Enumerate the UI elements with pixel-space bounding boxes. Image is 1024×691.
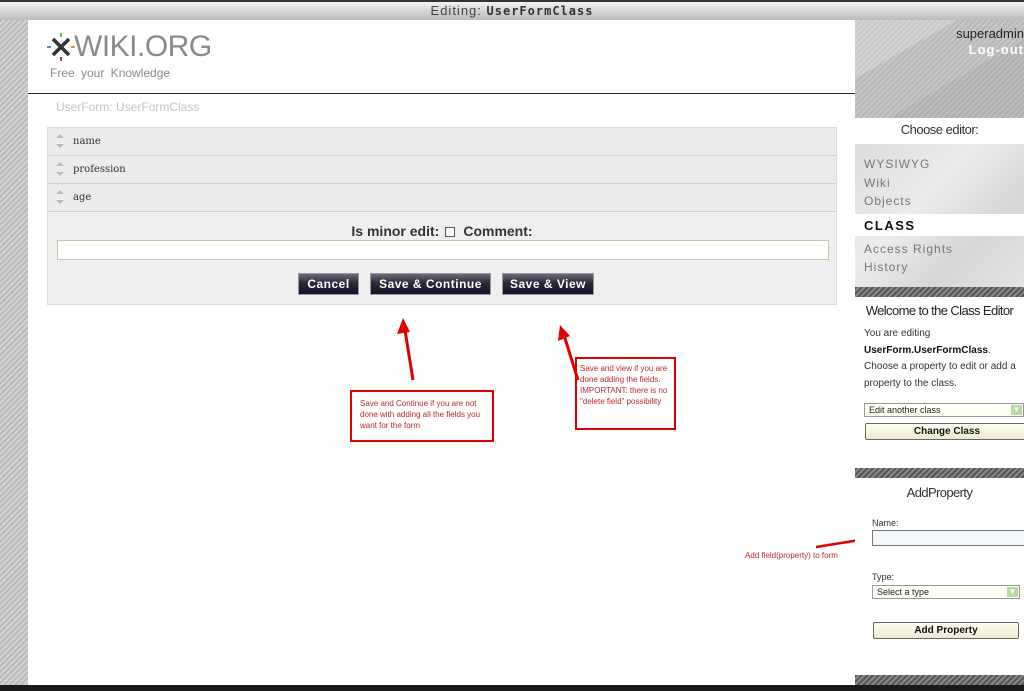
breadcrumb[interactable]: UserForm: UserFormClass — [56, 100, 199, 114]
editor-class-active[interactable]: CLASS — [855, 214, 1024, 236]
editor-class-label: CLASS — [864, 218, 916, 233]
property-type-select[interactable]: Select a type ▼ — [872, 585, 1020, 599]
section-divider — [855, 468, 1024, 478]
editor-access-rights[interactable]: Access Rights — [864, 242, 953, 256]
logout-link[interactable]: Log-out — [969, 42, 1024, 57]
save-continue-annotation: Save and Continue if you are not done wi… — [350, 390, 494, 442]
main-page: WIKI.ORG Free your Knowledge UserForm: U… — [28, 20, 855, 685]
logo-text: WIKI.ORG — [74, 30, 212, 63]
minor-edit-checkbox[interactable] — [445, 227, 456, 237]
change-class-button[interactable]: Change Class — [865, 423, 1024, 440]
arrow-up-icon[interactable] — [56, 134, 64, 138]
comment-label: Comment: — [463, 223, 533, 239]
editor-objects[interactable]: Objects — [864, 194, 912, 208]
editor-wysiwyg[interactable]: WYSIWYG — [864, 157, 930, 171]
section-divider — [855, 675, 1024, 685]
user-name-link[interactable]: superadmin — [956, 26, 1024, 41]
window-title-prefix: Editing: — [430, 3, 482, 18]
class-properties-editor: name profession age Is minor edit: Commen… — [47, 127, 837, 305]
arrow-down-icon[interactable] — [56, 200, 64, 204]
reorder-handle[interactable] — [55, 133, 65, 151]
arrow-up-icon[interactable] — [56, 162, 64, 166]
reorder-handle[interactable] — [55, 161, 65, 179]
comment-input[interactable] — [57, 240, 829, 260]
property-name: age — [73, 192, 92, 203]
window-title-bar: Editing: UserFormClass — [0, 0, 1024, 20]
add-property-title: AddProperty — [906, 485, 973, 500]
logo-tagline: Free your Knowledge — [50, 66, 171, 80]
class-select[interactable]: Edit another class ▼ — [864, 403, 1024, 417]
property-row[interactable]: profession — [48, 156, 836, 184]
editor-wiki[interactable]: Wiki — [864, 176, 891, 190]
save-and-continue-button[interactable]: Save & Continue — [370, 273, 491, 295]
welcome-instructions: Choose a property to edit or add a prope… — [864, 361, 1016, 389]
add-field-annotation: Add field(property) to form — [745, 551, 838, 560]
property-type-value: Select a type — [877, 587, 930, 597]
chevron-down-icon[interactable]: ▼ — [1007, 587, 1018, 597]
property-name: name — [73, 136, 101, 147]
xwiki-logo-mark-icon — [47, 33, 75, 61]
action-buttons: Cancel Save & Continue Save & View — [48, 273, 836, 297]
arrow-down-icon[interactable] — [56, 172, 64, 176]
property-name-input[interactable] — [872, 530, 1024, 546]
choose-editor-title: Choose editor: — [900, 122, 979, 137]
property-row[interactable]: age — [48, 184, 836, 212]
xwiki-logo[interactable]: WIKI.ORG Free your Knowledge — [46, 30, 246, 92]
class-select-value: Edit another class — [869, 405, 941, 415]
save-and-view-button[interactable]: Save & View — [502, 273, 594, 295]
cancel-button[interactable]: Cancel — [298, 273, 359, 295]
user-panel: superadmin Log-out — [855, 20, 1024, 118]
right-sidebar: superadmin Log-out Choose editor: WYSIWY… — [855, 20, 1024, 685]
left-gutter — [0, 20, 28, 685]
add-property-button[interactable]: Add Property — [873, 622, 1019, 639]
property-name-label: Name: — [872, 518, 899, 528]
chevron-down-icon[interactable]: ▼ — [1011, 405, 1022, 415]
arrow-down-icon[interactable] — [56, 144, 64, 148]
welcome-text: You are editing UserForm.UserFormClass. … — [864, 326, 1024, 392]
arrow-up-icon[interactable] — [56, 190, 64, 194]
section-divider — [855, 287, 1024, 297]
welcome-line: You are editing — [864, 328, 931, 339]
bottom-edge — [0, 685, 1024, 691]
window-title-document: UserFormClass — [486, 4, 594, 18]
property-name: profession — [73, 164, 126, 175]
editor-history[interactable]: History — [864, 260, 908, 274]
reorder-handle[interactable] — [55, 189, 65, 207]
welcome-title: Welcome to the Class Editor — [865, 303, 1014, 318]
editor-menu: WYSIWYG Wiki Objects CLASS Access Rights… — [855, 144, 1024, 287]
minor-edit-line: Is minor edit: Comment: — [48, 223, 836, 239]
save-view-annotation: Save and view if you are done adding the… — [575, 357, 676, 430]
current-class-name: UserForm.UserFormClass — [864, 344, 988, 356]
minor-edit-label: Is minor edit: — [351, 223, 440, 239]
property-row[interactable]: name — [48, 128, 836, 156]
property-type-label: Type: — [872, 572, 895, 582]
header-divider — [28, 93, 855, 94]
